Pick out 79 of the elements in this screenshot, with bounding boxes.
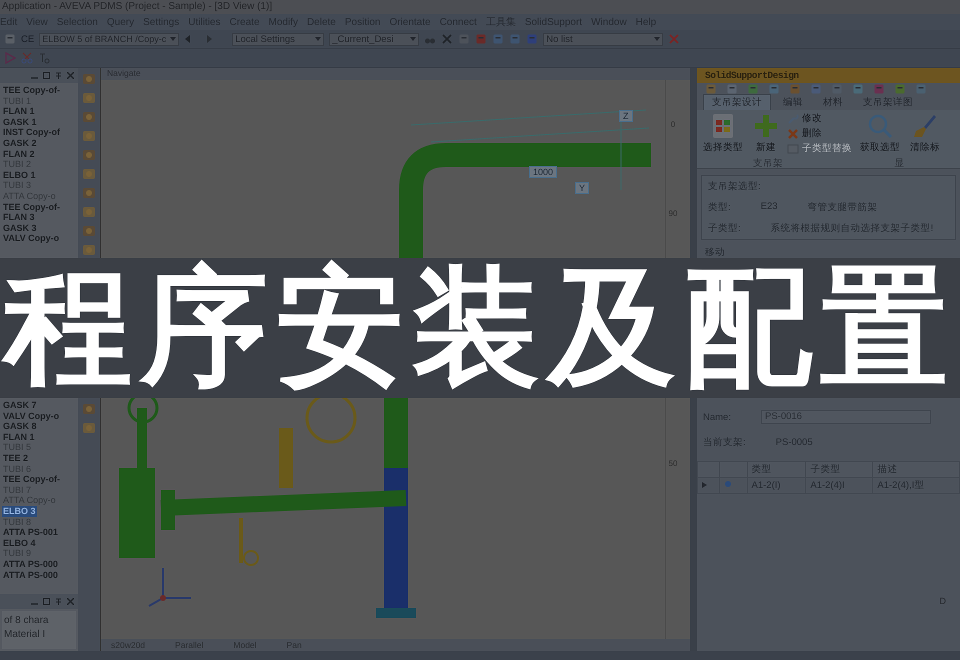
axis-triad-icon <box>148 567 192 607</box>
maximize-icon[interactable] <box>43 72 50 79</box>
row-pointer-icon <box>702 482 707 488</box>
ribbon-button[interactable]: 修改 <box>787 112 852 125</box>
tree-item[interactable]: TEE 2 <box>2 452 30 464</box>
tool-icon[interactable] <box>789 83 801 95</box>
tool-icon[interactable] <box>810 83 822 95</box>
tree-item[interactable]: GASK 1 <box>2 116 38 128</box>
brush-icon <box>912 113 938 139</box>
tree-item[interactable]: ELBO 3 <box>2 506 37 517</box>
dropdown-caret-icon[interactable] <box>315 37 322 41</box>
tree-item[interactable]: TEE Copy-of- <box>2 474 61 485</box>
tree-item[interactable]: VALV Copy-o <box>2 410 60 422</box>
tool-icon[interactable] <box>82 205 96 219</box>
ribbon-button[interactable]: 清除标 <box>908 112 942 155</box>
tree-item[interactable]: ATTA PS-000 <box>2 558 59 570</box>
ribbon-button[interactable]: 选择类型 <box>701 112 745 155</box>
pin-icon[interactable] <box>55 598 62 606</box>
tool-icon[interactable] <box>873 83 885 95</box>
cross-icon <box>787 128 799 140</box>
tool-icon[interactable] <box>768 83 780 95</box>
ribbon-button[interactable]: 获取选型 <box>858 112 902 155</box>
tree-item[interactable]: GASK 8 <box>2 421 38 432</box>
axis-label: Z <box>619 110 632 122</box>
close-icon[interactable] <box>67 598 74 606</box>
color-grid-icon <box>710 113 736 139</box>
tool-icon[interactable] <box>82 110 96 124</box>
play-icon[interactable] <box>4 52 16 64</box>
tree-item[interactable]: TEE Copy-of- <box>2 202 61 212</box>
tool-icon[interactable] <box>82 224 96 238</box>
close-icon[interactable] <box>668 33 680 45</box>
tool-icon[interactable] <box>894 83 906 95</box>
close-icon[interactable] <box>441 33 454 45</box>
tree-item[interactable]: ELBO 4 <box>2 538 37 548</box>
tab[interactable]: 支吊架设计 <box>703 94 771 110</box>
attribute-text: of 8 chara <box>4 615 50 626</box>
tool-icon[interactable] <box>915 83 927 95</box>
tool-icon[interactable] <box>82 243 96 257</box>
tree-item[interactable]: ATTA PS-000 <box>2 570 59 580</box>
tool-icon[interactable] <box>82 167 96 181</box>
tree-item[interactable]: ELBO 1 <box>2 170 37 180</box>
dropdown-caret-icon[interactable] <box>170 37 176 41</box>
tree-item[interactable]: INST Copy-of <box>2 127 61 138</box>
ribbon-button[interactable]: 删除 <box>787 127 852 140</box>
tree-item[interactable]: FLAN 2 <box>2 148 36 160</box>
tool-icon[interactable] <box>82 91 96 105</box>
ribbon-button[interactable]: 新建 <box>751 112 781 155</box>
tool-icon[interactable] <box>831 83 843 95</box>
tree-item[interactable]: FLAN 1 <box>2 432 36 442</box>
attribute-text: Material I <box>4 629 46 640</box>
scissors-icon[interactable] <box>21 52 33 64</box>
tool-icon[interactable] <box>82 129 96 143</box>
tool-icon[interactable] <box>852 83 864 95</box>
tree-item[interactable]: FLAN 3 <box>2 212 36 223</box>
dimension-label: 1000 <box>529 166 558 178</box>
panel-title: SolidSupportDesign <box>697 68 960 83</box>
tool-icon[interactable] <box>82 72 96 86</box>
tool-icon[interactable] <box>82 148 96 162</box>
tree-item[interactable]: FLAN 1 <box>2 106 36 117</box>
tool-icon[interactable] <box>747 83 759 95</box>
pin-icon[interactable] <box>55 72 62 79</box>
dropdown-caret-icon[interactable] <box>410 37 416 41</box>
tool-icon[interactable] <box>726 83 738 95</box>
tree-item[interactable]: GASK 2 <box>2 138 38 149</box>
tree-item[interactable]: VALV Copy-o <box>2 233 60 244</box>
tool-icon[interactable] <box>705 83 717 95</box>
close-icon[interactable] <box>67 72 74 79</box>
tool-icon[interactable] <box>82 402 96 416</box>
tree-item[interactable]: TEE Copy-of- <box>2 85 61 96</box>
text-cursor-icon[interactable] <box>38 52 50 64</box>
tool-icon[interactable] <box>82 186 96 200</box>
axis-label: Y <box>575 182 590 194</box>
tool-icon[interactable] <box>82 421 96 435</box>
tree-item[interactable]: GASK 3 <box>2 222 38 234</box>
plus-icon <box>753 113 779 139</box>
maximize-icon[interactable] <box>43 598 50 606</box>
tree-item[interactable]: GASK 7 <box>2 400 38 411</box>
dropdown-caret-icon[interactable] <box>654 37 660 41</box>
tree-item[interactable]: ATTA PS-001 <box>2 527 59 538</box>
